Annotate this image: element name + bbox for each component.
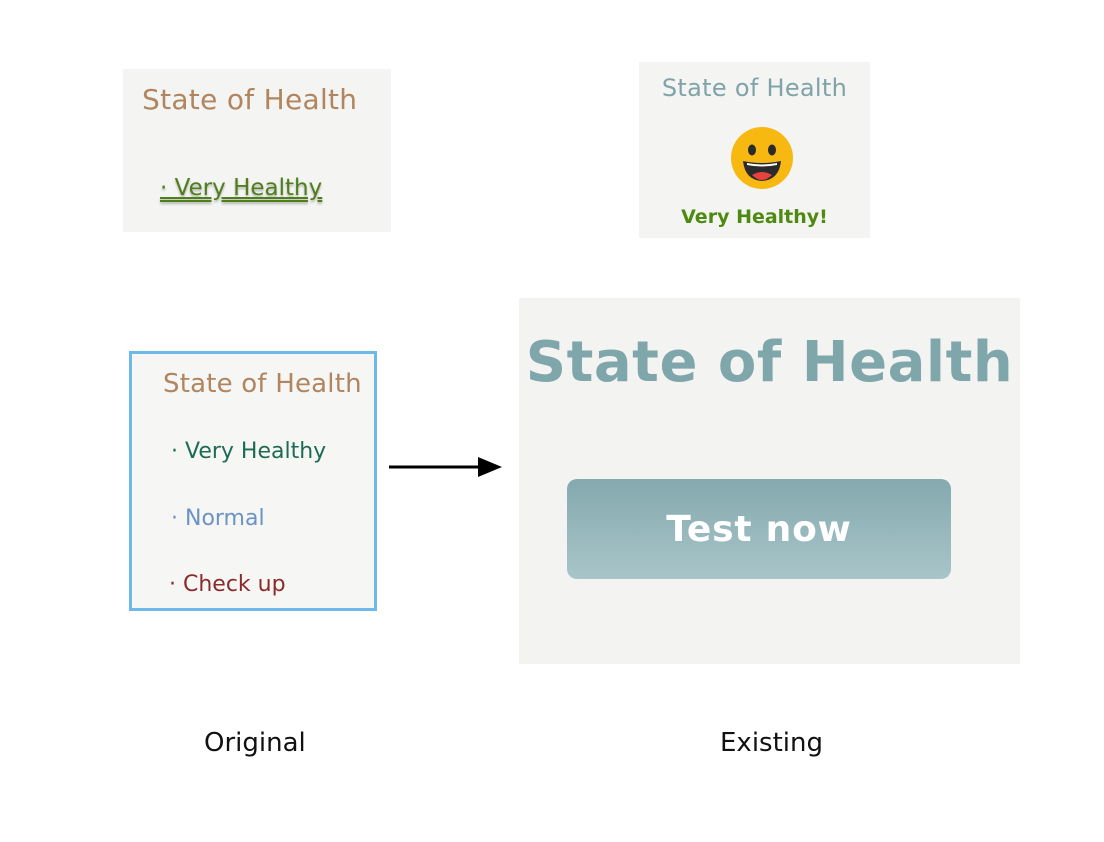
card-title: State of Health bbox=[142, 83, 358, 116]
list-item-check-up[interactable]: · Check up bbox=[169, 572, 286, 597]
card-title: State of Health bbox=[525, 330, 1014, 395]
test-now-button[interactable]: Test now bbox=[567, 479, 951, 579]
existing-small-card: State of Health Very Healthy! bbox=[639, 62, 870, 238]
grinning-face-icon bbox=[731, 127, 793, 189]
original-small-card: State of Health · Very Healthy bbox=[123, 69, 391, 232]
card-title: State of Health bbox=[661, 74, 848, 102]
existing-caption: Existing bbox=[720, 728, 823, 758]
existing-large-card: State of Health Test now bbox=[519, 298, 1020, 664]
very-healthy-caption: Very Healthy! bbox=[681, 206, 828, 228]
original-caption: Original bbox=[204, 728, 306, 758]
original-list-card: State of Health · Very Healthy · Normal … bbox=[129, 351, 377, 611]
right-arrow-icon bbox=[389, 457, 502, 477]
very-healthy-link[interactable]: · Very Healthy bbox=[160, 175, 322, 201]
list-item-normal[interactable]: · Normal bbox=[171, 506, 265, 531]
card-title: State of Health bbox=[163, 369, 362, 399]
list-item-very-healthy[interactable]: · Very Healthy bbox=[171, 439, 326, 464]
